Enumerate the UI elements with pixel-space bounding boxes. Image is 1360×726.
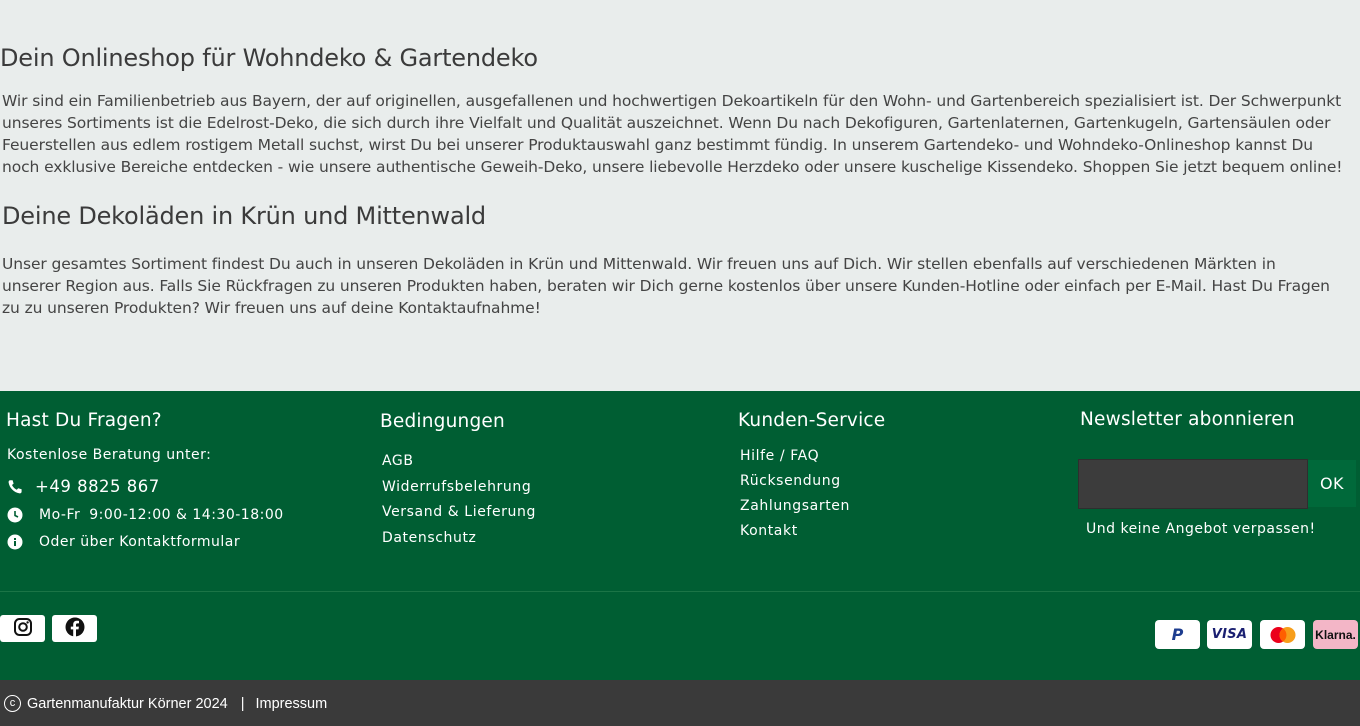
contact-title: Hast Du Fragen? bbox=[6, 410, 162, 431]
paypal-logo: P bbox=[1155, 620, 1200, 649]
conditions-links: AGB Widerrufsbelehrung Versand & Lieferu… bbox=[382, 453, 536, 556]
mastercard-logo bbox=[1260, 620, 1305, 649]
hours-days: Mo-Fr bbox=[39, 507, 81, 523]
contact-column: Hast Du Fragen? bbox=[6, 410, 162, 431]
phone-icon bbox=[7, 479, 23, 495]
copyright-separator: | bbox=[240, 695, 245, 712]
stores-heading: Deine Dekoläden in Krün und Mittenwald bbox=[2, 202, 486, 230]
instagram-button[interactable] bbox=[0, 615, 45, 642]
paypal-label: P bbox=[1171, 625, 1184, 644]
klarna-logo: Klarna. bbox=[1313, 620, 1358, 649]
visa-logo: VISA bbox=[1207, 620, 1252, 649]
service-column: Kunden-Service bbox=[738, 410, 885, 431]
link-widerrufsbelehrung[interactable]: Widerrufsbelehrung bbox=[382, 479, 536, 505]
copyright-icon: c bbox=[4, 695, 21, 712]
link-datenschutz[interactable]: Datenschutz bbox=[382, 530, 536, 556]
copyright-text: Gartenmanufaktur Körner 2024 bbox=[27, 695, 228, 712]
service-links: Hilfe / FAQ Rücksendung Zahlungsarten Ko… bbox=[740, 448, 850, 548]
contact-form-row[interactable]: Oder über Kontaktformular bbox=[7, 534, 240, 550]
phone-row[interactable]: +49 8825 867 bbox=[7, 477, 160, 496]
copyright-symbol: c bbox=[9, 697, 16, 709]
impressum-link[interactable]: Impressum bbox=[255, 696, 327, 712]
klarna-label: Klarna. bbox=[1315, 627, 1356, 642]
page-heading: Dein Onlineshop für Wohndeko & Gartendek… bbox=[0, 44, 538, 72]
newsletter-note: Und keine Angebot verpassen! bbox=[1086, 521, 1316, 537]
phone-number[interactable]: +49 8825 867 bbox=[35, 477, 160, 496]
hours-row: Mo-Fr 9:00-12:00 & 14:30-18:00 bbox=[7, 507, 284, 523]
facebook-button[interactable] bbox=[52, 615, 97, 642]
link-kontakt[interactable]: Kontakt bbox=[740, 523, 850, 548]
newsletter-submit-button[interactable]: OK bbox=[1308, 460, 1356, 507]
contact-subtitle: Kostenlose Beratung unter: bbox=[7, 447, 212, 463]
visa-label: VISA bbox=[1211, 627, 1248, 642]
footer-divider bbox=[0, 591, 1360, 592]
intro-paragraph: Wir sind ein Familienbetrieb aus Bayern,… bbox=[2, 92, 1343, 176]
hours-times: 9:00-12:00 & 14:30-18:00 bbox=[89, 507, 284, 523]
clock-icon bbox=[7, 507, 23, 523]
link-versand-lieferung[interactable]: Versand & Lieferung bbox=[382, 504, 536, 530]
instagram-icon bbox=[13, 617, 33, 641]
copyright-row: c Gartenmanufaktur Körner 2024 | Impress… bbox=[4, 695, 327, 712]
newsletter-email-input[interactable] bbox=[1078, 459, 1308, 509]
newsletter-column: Newsletter abonnieren bbox=[1080, 409, 1295, 430]
link-ruecksendung[interactable]: Rücksendung bbox=[740, 473, 850, 498]
intro-section: Dein Onlineshop für Wohndeko & Gartendek… bbox=[0, 0, 1360, 391]
service-title: Kunden-Service bbox=[738, 410, 886, 431]
bottom-bar: c Gartenmanufaktur Körner 2024 | Impress… bbox=[0, 680, 1360, 726]
conditions-column: Bedingungen bbox=[380, 411, 505, 432]
link-zahlungsarten[interactable]: Zahlungsarten bbox=[740, 498, 850, 523]
info-icon bbox=[7, 534, 23, 550]
mastercard-icon bbox=[1270, 626, 1295, 643]
conditions-title: Bedingungen bbox=[380, 411, 505, 432]
newsletter-title: Newsletter abonnieren bbox=[1080, 409, 1295, 430]
facebook-icon bbox=[65, 617, 85, 641]
contact-form-link[interactable]: Oder über Kontaktformular bbox=[39, 534, 240, 550]
stores-paragraph: Unser gesamtes Sortiment findest Du auch… bbox=[2, 255, 1330, 317]
link-hilfe-faq[interactable]: Hilfe / FAQ bbox=[740, 448, 850, 473]
site-footer: Hast Du Fragen? Kostenlose Beratung unte… bbox=[0, 391, 1360, 680]
link-agb[interactable]: AGB bbox=[382, 453, 536, 479]
